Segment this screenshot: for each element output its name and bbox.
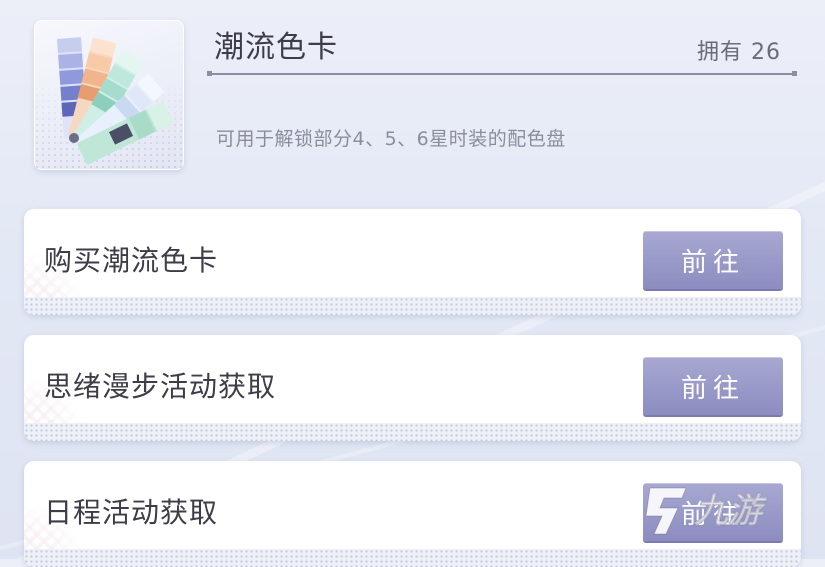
item-icon-frame: [34, 20, 184, 170]
go-button[interactable]: 前往: [643, 357, 783, 415]
go-button[interactable]: 前往: [643, 483, 783, 541]
source-row-wander-event: 思绪漫步活动获取 前往: [24, 335, 801, 441]
source-row-schedule-event: 日程活动获取 前往: [24, 461, 801, 567]
source-label: 日程活动获取: [44, 496, 219, 529]
color-swatch-fan-icon: [57, 37, 174, 165]
row-dot-strip: [24, 549, 801, 567]
source-label: 购买潮流色卡: [44, 244, 219, 277]
row-dot-strip: [24, 297, 801, 315]
row-dot-strip: [24, 423, 801, 441]
header-divider: [207, 71, 797, 76]
item-description: 可用于解锁部分4、5、6星时装的配色盘: [216, 128, 566, 150]
source-label: 思绪漫步活动获取: [44, 370, 277, 403]
owned-count: 拥有 26: [697, 40, 781, 65]
go-button[interactable]: 前往: [643, 231, 783, 289]
item-title: 潮流色卡: [214, 30, 338, 65]
source-row-buy: 购买潮流色卡 前往: [24, 209, 801, 315]
